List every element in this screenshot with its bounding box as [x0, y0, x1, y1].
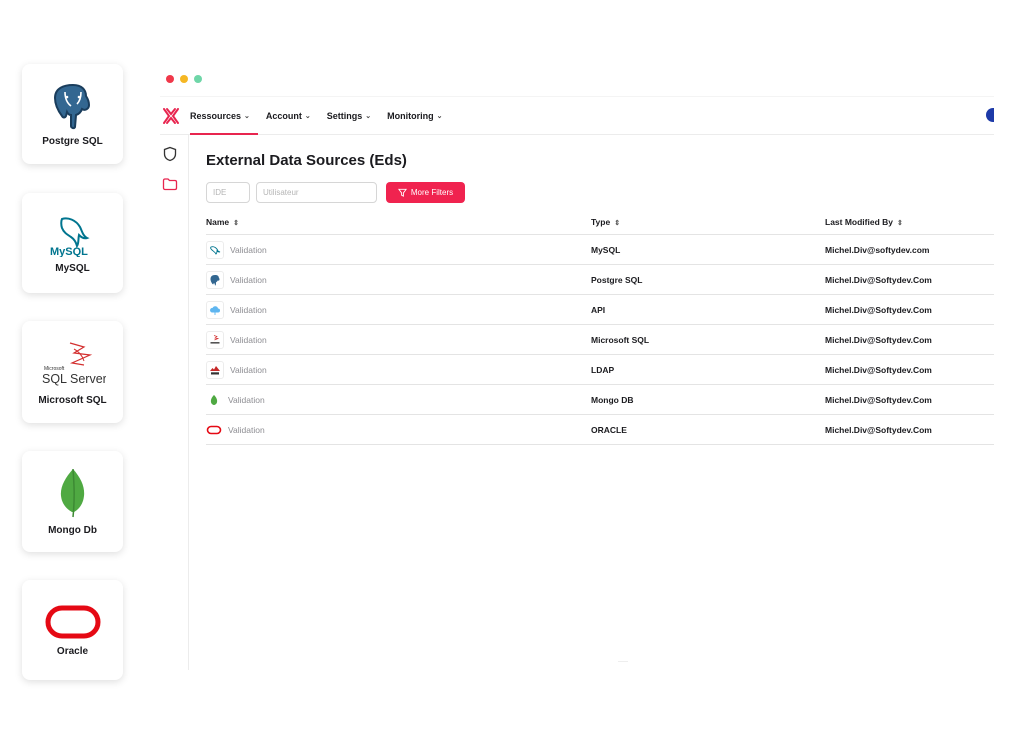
user-filter-input[interactable] — [256, 182, 377, 203]
side-navigation — [160, 134, 189, 670]
brand-logo-icon[interactable] — [162, 107, 180, 125]
mongodb-card-label: Mongo Db — [48, 525, 97, 536]
folder-icon[interactable] — [162, 176, 178, 192]
row-name: Validation — [230, 274, 267, 285]
chevron-down-icon: ⌄ — [436, 112, 443, 120]
column-header-last-modified-by[interactable]: Last Modified By ⇕ — [825, 210, 994, 235]
filter-icon — [397, 188, 407, 197]
chevron-down-icon: ⌄ — [244, 112, 250, 120]
row-name: Validation — [228, 424, 265, 435]
page-title: External Data Sources (Eds) — [206, 152, 407, 169]
minimize-dot[interactable] — [180, 75, 188, 83]
chevron-down-icon: ⌄ — [304, 112, 311, 120]
chevron-down-icon: ⌄ — [365, 112, 372, 120]
sort-icon[interactable]: ⇕ — [614, 220, 620, 227]
postgresql-card[interactable]: Postgre SQL — [22, 64, 123, 164]
table-row[interactable]: Validation Mongo DB Michel.Div@Softydev.… — [206, 384, 994, 415]
oracle-ring-icon — [44, 604, 102, 640]
table-row[interactable]: Validation LDAP Michel.Div@Softydev.Com — [206, 354, 994, 385]
row-modified-by: Michel.Div@Softydev.Com — [825, 414, 994, 445]
row-type: Microsoft SQL — [591, 324, 825, 355]
table-row[interactable]: Validation API Michel.Div@Softydev.Com — [206, 294, 994, 325]
row-type: MySQL — [591, 234, 825, 265]
row-modified-by: Michel.Div@Softydev.Com — [825, 264, 994, 295]
postgresql-elephant-icon — [51, 82, 95, 130]
microsoft-sql-card-label: Microsoft SQL — [38, 394, 107, 406]
svg-text:SQL Server: SQL Server — [42, 372, 106, 386]
row-type: Mongo DB — [591, 384, 825, 415]
oracle-icon — [206, 421, 222, 438]
ldap-icon — [206, 360, 224, 379]
mongodb-leaf-icon — [58, 467, 88, 519]
mongodb-card[interactable]: Mongo Db — [22, 451, 123, 552]
data-sources-table: Name ⇕ Type ⇕ Last Modified By ⇕ Validation… — [206, 210, 994, 445]
oracle-card[interactable]: Oracle — [22, 580, 123, 680]
oracle-card-label: Oracle — [56, 645, 89, 657]
row-modified-by: Michel.Div@Softydev.Com — [825, 354, 994, 385]
nav-account[interactable]: Account ⌄ — [266, 97, 319, 134]
microsoft-sql-card[interactable]: Microsoft SQL Server Microsoft SQL — [22, 321, 123, 423]
more-filters-button[interactable]: More Filters — [386, 182, 465, 203]
sql-server-icon: Microsoft SQL Server — [40, 339, 106, 389]
row-type: LDAP — [591, 354, 825, 385]
table-header-row: Name ⇕ Type ⇕ Last Modified By ⇕ — [206, 210, 994, 235]
svg-text:MySQL: MySQL — [50, 246, 88, 257]
row-name: Validation — [230, 244, 267, 255]
mysql-card-label: MySQL — [55, 262, 90, 274]
ide-filter-input[interactable] — [206, 182, 250, 203]
close-dot[interactable] — [166, 75, 174, 83]
row-name: Validation — [228, 394, 265, 405]
row-name: Validation — [230, 304, 267, 315]
row-type: Postgre SQL — [591, 264, 825, 295]
divider — [618, 661, 628, 662]
main-nav: Ressources ⌄ Account ⌄ Settings ⌄ Monitorin… — [190, 97, 459, 135]
table-row[interactable]: Validation Microsoft SQL Michel.Div@Soft… — [206, 324, 994, 355]
row-modified-by: Michel.Div@Softydev.Com — [825, 384, 994, 415]
postgresql-card-label: Postgre SQL — [42, 135, 103, 147]
row-modified-by: Michel.Div@Softydev.Com — [825, 294, 994, 325]
nav-monitoring[interactable]: Monitoring ⌄ — [387, 97, 450, 134]
mysql-icon — [206, 240, 224, 259]
mysql-card[interactable]: MySQL MySQL — [22, 193, 123, 293]
row-type: API — [591, 294, 825, 325]
row-type: ORACLE — [591, 414, 825, 445]
api-cloud-icon — [206, 300, 224, 319]
window-controls — [166, 75, 202, 83]
column-header-name[interactable]: Name ⇕ — [206, 210, 591, 235]
column-header-type[interactable]: Type ⇕ — [591, 210, 825, 235]
table-row[interactable]: Validation Postgre SQL Michel.Div@Softyd… — [206, 264, 994, 295]
row-name: Validation — [230, 334, 267, 345]
app-window: Ressources ⌄ Account ⌄ Settings ⌄ Monitorin… — [160, 96, 994, 670]
row-modified-by: Michel.Div@softydev.com — [825, 234, 994, 265]
postgresql-icon — [206, 270, 224, 289]
maximize-dot[interactable] — [194, 75, 202, 83]
row-name: Validation — [230, 364, 267, 375]
sql-server-icon — [206, 330, 224, 349]
sort-icon[interactable]: ⇕ — [897, 220, 903, 227]
table-row[interactable]: Validation MySQL Michel.Div@softydev.com — [206, 234, 994, 265]
mongodb-icon — [206, 391, 222, 408]
sort-icon[interactable]: ⇕ — [233, 220, 239, 227]
top-navigation-bar: Ressources ⌄ Account ⌄ Settings ⌄ Monitorin… — [160, 96, 994, 135]
table-row[interactable]: Validation ORACLE Michel.Div@Softydev.Co… — [206, 414, 994, 445]
nav-settings[interactable]: Settings ⌄ — [327, 97, 379, 134]
shield-icon[interactable] — [162, 146, 178, 162]
nav-ressources[interactable]: Ressources ⌄ — [190, 97, 258, 135]
mysql-dolphin-icon: MySQL — [48, 213, 98, 257]
row-modified-by: Michel.Div@Softydev.Com — [825, 324, 994, 355]
avatar[interactable] — [986, 108, 994, 122]
